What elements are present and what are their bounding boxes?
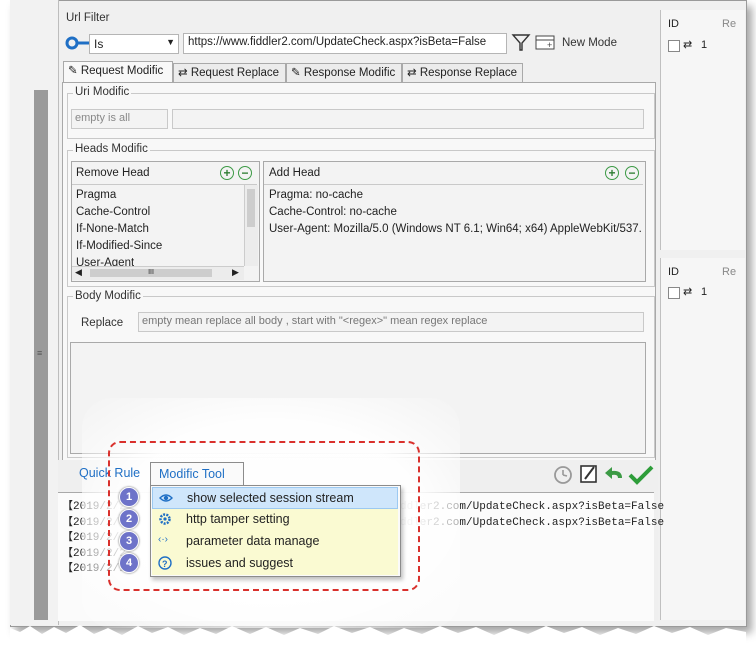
delete-remove-head-button[interactable]: − [238,166,252,180]
uri-modific-title: Uri Modific [73,86,132,98]
chevron-down-icon: ▼ [166,37,175,47]
replace-icon: ⇄ [407,67,417,79]
delete-add-head-button[interactable]: − [625,166,639,180]
replace-hint: empty mean replace all body , start with… [142,315,488,327]
svg-text:+: + [547,40,552,50]
tab-request-replace[interactable]: ⇄ Request Replace [173,63,286,83]
uri-match-input[interactable]: empty is all [71,109,168,129]
add-head-title: Add Head [269,167,321,179]
remove-head-panel: Remove Head + − Pragma Cache-Control If-… [71,161,260,282]
url-input[interactable]: https://www.fiddler2.com/UpdateCheck.asp… [183,33,507,54]
list-item[interactable]: If-Modified-Since [76,240,162,252]
tab-request-modific[interactable]: ✎ Request Modific [63,61,173,83]
row-id: 1 [701,39,708,51]
list-item[interactable]: Pragma: no-cache [269,189,363,201]
tab-label: Request Replace [190,67,280,79]
add-remove-head-button[interactable]: + [220,166,234,180]
divider [264,184,643,185]
uri-replace-input[interactable] [172,109,644,129]
pencil-icon: ✎ [291,67,301,79]
vertical-scrollbar[interactable] [244,185,258,266]
scroll-right-icon[interactable]: ▶ [232,267,239,278]
pencil-icon: ✎ [68,65,78,77]
list-item[interactable]: Cache-Control: no-cache [269,206,397,218]
replace-icon: ⇄ [178,67,188,79]
tab-label: Response Modific [303,67,396,79]
list-item[interactable]: User-Agent: Mozilla/5.0 (Windows NT 6.1;… [269,223,642,235]
heads-modific-title: Heads Modific [73,143,150,155]
list-item[interactable]: Pragma [76,189,116,201]
scroll-left-icon[interactable]: ◀ [75,267,82,278]
filter-icon[interactable] [511,32,531,52]
replace-icon: ⇄ [683,39,693,51]
new-mode-icon[interactable]: + [534,32,558,52]
replace-label: Replace [81,317,124,329]
undo-icon[interactable] [602,464,626,484]
uri-match-placeholder: empty is all [75,112,131,124]
scrollbar-thumb[interactable] [247,189,255,227]
add-add-head-button[interactable]: + [605,166,619,180]
re-header: Re [722,266,737,278]
add-head-panel: Add Head + − Pragma: no-cache Cache-Cont… [263,161,646,282]
right-panel-bottom: ID Re ⇄ 1 [660,258,745,620]
match-mode-value: Is [94,37,104,51]
scrollbar-grip: III [148,269,154,276]
highlight-dashed-box [108,441,420,591]
re-header: Re [722,18,737,30]
row-id: 1 [701,286,708,298]
match-mode-select[interactable]: Is ▼ [89,34,179,54]
check-icon[interactable] [628,463,654,485]
clock-icon[interactable] [552,463,574,485]
id-header: ID [668,18,679,30]
key-icon [65,36,90,50]
right-panel-top: ID Re ⇄ 1 [660,10,745,250]
remove-head-title: Remove Head [76,167,150,179]
tab-label: Request Modific [80,65,164,77]
id-header: ID [668,266,679,278]
scrollbar-thumb[interactable]: III [90,269,212,277]
splitter-grip[interactable]: ≡ [37,348,42,358]
url-filter-title: Url Filter [66,12,110,24]
edit-icon[interactable] [578,463,600,485]
url-value: https://www.fiddler2.com/UpdateCheck.asp… [188,36,487,48]
horizontal-scrollbar[interactable]: ◀ III ▶ [72,266,244,280]
tab-label: Response Replace [419,67,518,79]
replace-input[interactable]: empty mean replace all body , start with… [138,312,644,332]
divider [72,184,257,185]
row-checkbox[interactable] [668,40,680,52]
list-item[interactable]: If-None-Match [76,223,149,235]
tab-response-modific[interactable]: ✎ Response Modific [286,63,402,83]
body-modific-title: Body Modific [73,290,143,302]
torn-edge [10,625,746,654]
list-item[interactable]: Cache-Control [76,206,150,218]
tab-response-replace[interactable]: ⇄ Response Replace [402,63,523,83]
new-mode-button[interactable]: New Mode [562,37,617,49]
row-checkbox[interactable] [668,287,680,299]
replace-icon: ⇄ [683,286,693,298]
